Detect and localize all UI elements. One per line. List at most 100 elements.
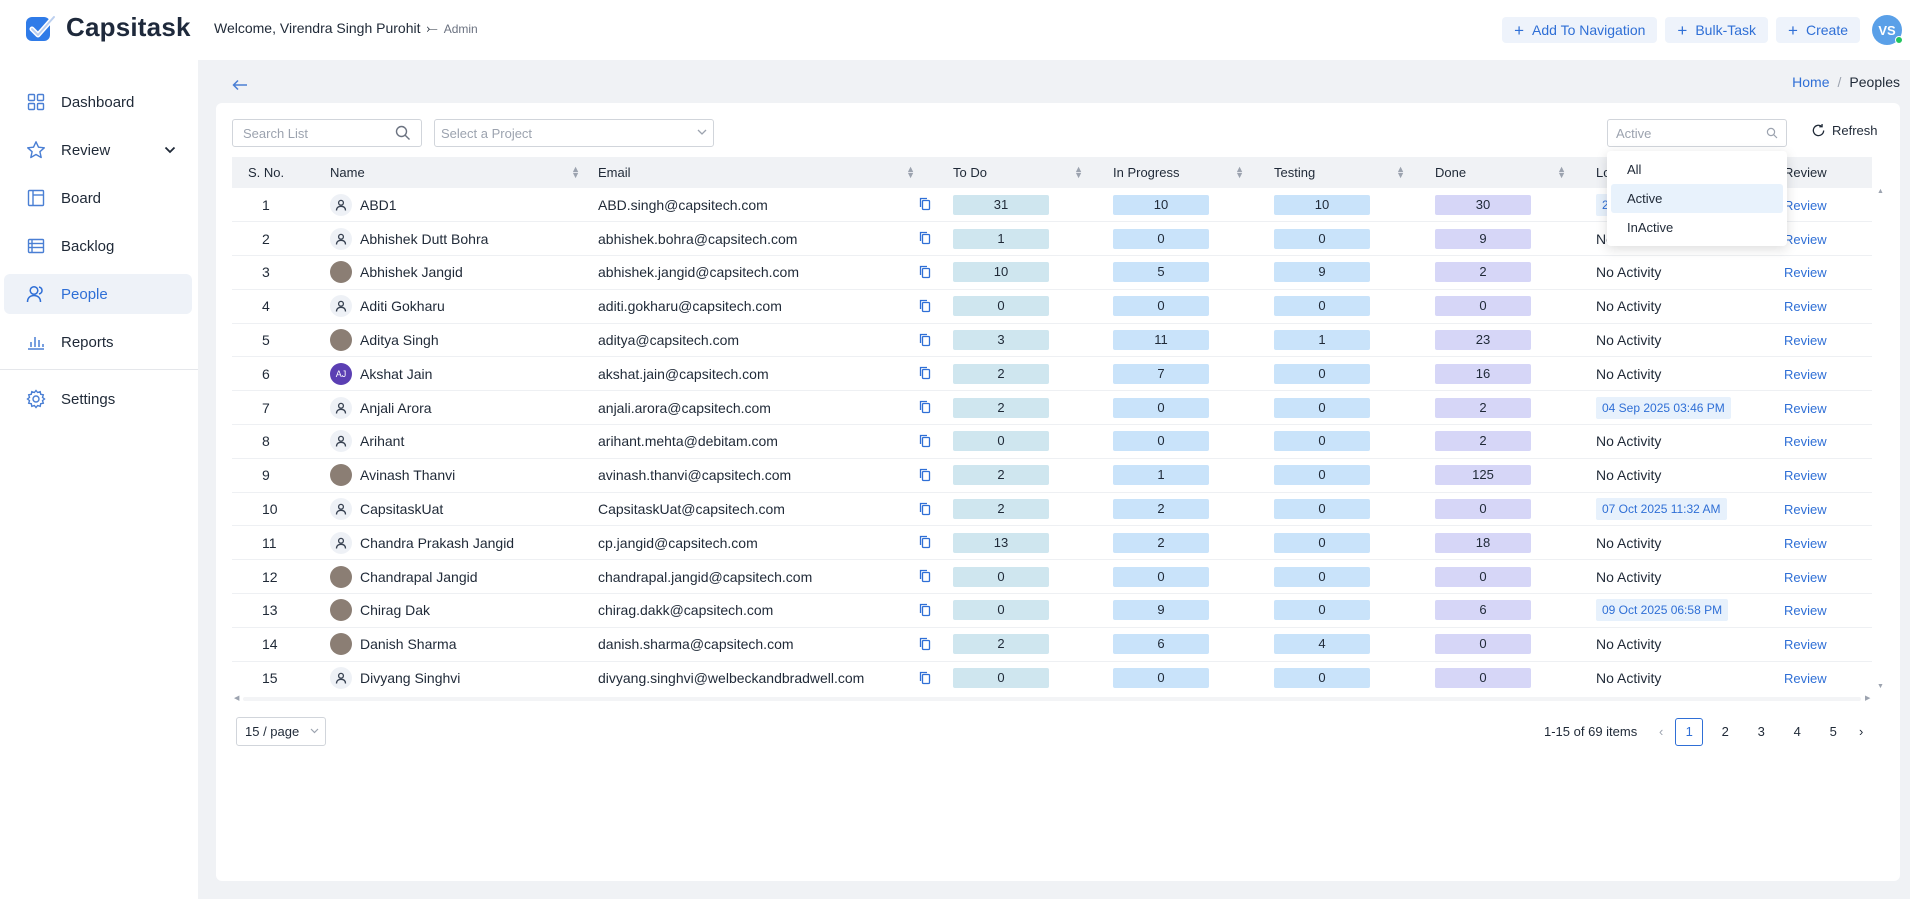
page-number[interactable]: 1 xyxy=(1675,717,1704,746)
cell-in-progress: 2 xyxy=(1113,492,1274,527)
search-icon[interactable] xyxy=(395,125,411,141)
horizontal-scrollbar[interactable] xyxy=(243,697,1861,701)
cell-last-activity: No Activity xyxy=(1596,323,1784,358)
breadcrumb-current: Peoples xyxy=(1849,74,1900,90)
review-link[interactable]: Review xyxy=(1784,502,1827,517)
page-number[interactable]: 5 xyxy=(1819,718,1847,746)
sort-icon[interactable]: ▲ ▼ xyxy=(571,165,580,180)
copy-icon[interactable] xyxy=(919,671,933,685)
col-header-email[interactable]: Email ▲ ▼ xyxy=(598,157,953,188)
copy-icon[interactable] xyxy=(919,197,933,211)
col-header-todo[interactable]: To Do ▲ ▼ xyxy=(953,157,1113,188)
sort-icon[interactable]: ▲ ▼ xyxy=(1235,165,1244,180)
in-progress-count: 11 xyxy=(1113,330,1209,351)
review-link[interactable]: Review xyxy=(1784,367,1827,382)
review-link[interactable]: Review xyxy=(1784,671,1827,686)
sort-icon[interactable]: ▲ ▼ xyxy=(1557,165,1566,180)
review-link[interactable]: Review xyxy=(1784,333,1827,348)
review-link[interactable]: Review xyxy=(1784,401,1827,416)
cell-in-progress: 0 xyxy=(1113,424,1274,459)
copy-icon[interactable] xyxy=(919,434,933,448)
status-option-all[interactable]: All xyxy=(1611,155,1783,184)
refresh-button[interactable]: Refresh xyxy=(1811,123,1878,138)
scroll-down-icon[interactable]: ▼ xyxy=(1877,683,1884,690)
scroll-left-icon[interactable]: ◀ xyxy=(234,694,239,702)
copy-icon[interactable] xyxy=(919,265,933,279)
copy-icon[interactable] xyxy=(919,535,933,549)
page-number[interactable]: 2 xyxy=(1711,718,1739,746)
review-link[interactable]: Review xyxy=(1784,198,1827,213)
copy-icon[interactable] xyxy=(919,333,933,347)
copy-icon[interactable] xyxy=(919,366,933,380)
prev-page-icon[interactable]: ‹ xyxy=(1651,724,1671,739)
page-number[interactable]: 3 xyxy=(1747,718,1775,746)
copy-icon[interactable] xyxy=(919,231,933,245)
sort-icon[interactable]: ▲ ▼ xyxy=(1074,165,1083,180)
sort-icon[interactable]: ▲ ▼ xyxy=(906,165,915,180)
review-link[interactable]: Review xyxy=(1784,434,1827,449)
status-select[interactable]: Active xyxy=(1607,119,1787,147)
cell-email: abhishek.bohra@capsitech.com xyxy=(598,221,953,257)
copy-icon[interactable] xyxy=(919,299,933,313)
sidebar-item-backlog[interactable]: Backlog xyxy=(4,226,192,266)
review-link[interactable]: Review xyxy=(1784,637,1827,652)
review-link[interactable]: Review xyxy=(1784,468,1827,483)
bulk-task-button[interactable]: + Bulk-Task xyxy=(1665,17,1769,43)
project-select[interactable]: Select a Project xyxy=(434,119,714,147)
back-arrow-icon[interactable] xyxy=(232,78,248,96)
copy-icon[interactable] xyxy=(919,637,933,651)
col-header-done[interactable]: Done ▲ ▼ xyxy=(1435,157,1596,188)
scroll-up-icon[interactable]: ▲ xyxy=(1877,188,1884,195)
table-row: 5 Aditya Singh aditya@capsitech.com 3 11 1 23 N… xyxy=(232,323,1872,358)
sidebar-item-review[interactable]: Review xyxy=(4,130,192,170)
cell-in-progress: 11 xyxy=(1113,323,1274,358)
page-size-select[interactable]: 15 / page xyxy=(236,717,326,746)
breadcrumb-home[interactable]: Home xyxy=(1792,74,1829,90)
person-email: chirag.dakk@capsitech.com xyxy=(598,602,774,619)
add-to-navigation-button[interactable]: + Add To Navigation xyxy=(1502,17,1658,43)
sidebar-item-board[interactable]: Board xyxy=(4,178,192,218)
sidebar-item-reports[interactable]: Reports xyxy=(4,322,192,362)
cell-last-activity: No Activity xyxy=(1596,255,1784,290)
review-link[interactable]: Review xyxy=(1784,536,1827,551)
cell-email: arihant.mehta@debitam.com xyxy=(598,424,953,459)
copy-icon[interactable] xyxy=(919,468,933,482)
col-label: Review xyxy=(1784,165,1827,180)
page-number[interactable]: 4 xyxy=(1783,718,1811,746)
col-header-testing[interactable]: Testing ▲ ▼ xyxy=(1274,157,1435,188)
review-link[interactable]: Review xyxy=(1784,299,1827,314)
user-avatar[interactable]: VS xyxy=(1872,15,1903,45)
cell-testing: 0 xyxy=(1274,221,1435,257)
next-page-icon[interactable]: › xyxy=(1851,724,1871,739)
review-link[interactable]: Review xyxy=(1784,570,1827,585)
sort-icon[interactable]: ▲ ▼ xyxy=(1396,165,1405,180)
review-link[interactable]: Review xyxy=(1784,232,1827,247)
create-button[interactable]: + Create xyxy=(1776,17,1860,43)
copy-icon[interactable] xyxy=(919,400,933,414)
avatar xyxy=(330,633,352,656)
todo-count: 10 xyxy=(953,262,1049,283)
col-header-in-progress[interactable]: In Progress ▲ ▼ xyxy=(1113,157,1274,188)
copy-icon[interactable] xyxy=(919,502,933,516)
done-count: 6 xyxy=(1435,600,1531,621)
cell-email: avinash.thanvi@capsitech.com xyxy=(598,458,953,493)
cell-sno: 10 xyxy=(232,492,330,527)
switch-role-icon[interactable]: ⤚ xyxy=(426,20,437,37)
cell-review: Review xyxy=(1784,188,1872,223)
chevron-down-icon[interactable] xyxy=(164,143,176,157)
review-link[interactable]: Review xyxy=(1784,265,1827,280)
scroll-right-icon[interactable]: ▶ xyxy=(1865,694,1870,702)
cell-email: aditya@capsitech.com xyxy=(598,323,953,358)
sidebar-item-settings[interactable]: Settings xyxy=(4,379,192,419)
copy-icon[interactable] xyxy=(919,603,933,617)
status-option-active[interactable]: Active xyxy=(1611,184,1783,213)
search-input[interactable]: Search List xyxy=(232,119,422,147)
review-link[interactable]: Review xyxy=(1784,603,1827,618)
sidebar-item-people[interactable]: People xyxy=(4,274,192,314)
sidebar-item-dashboard[interactable]: Dashboard xyxy=(4,82,192,122)
status-option-inactive[interactable]: InActive xyxy=(1611,213,1783,242)
todo-count: 0 xyxy=(953,566,1049,587)
col-header-name[interactable]: Name ▲ ▼ xyxy=(330,157,598,188)
app-logo[interactable]: Capsitask xyxy=(24,12,191,43)
copy-icon[interactable] xyxy=(919,569,933,583)
